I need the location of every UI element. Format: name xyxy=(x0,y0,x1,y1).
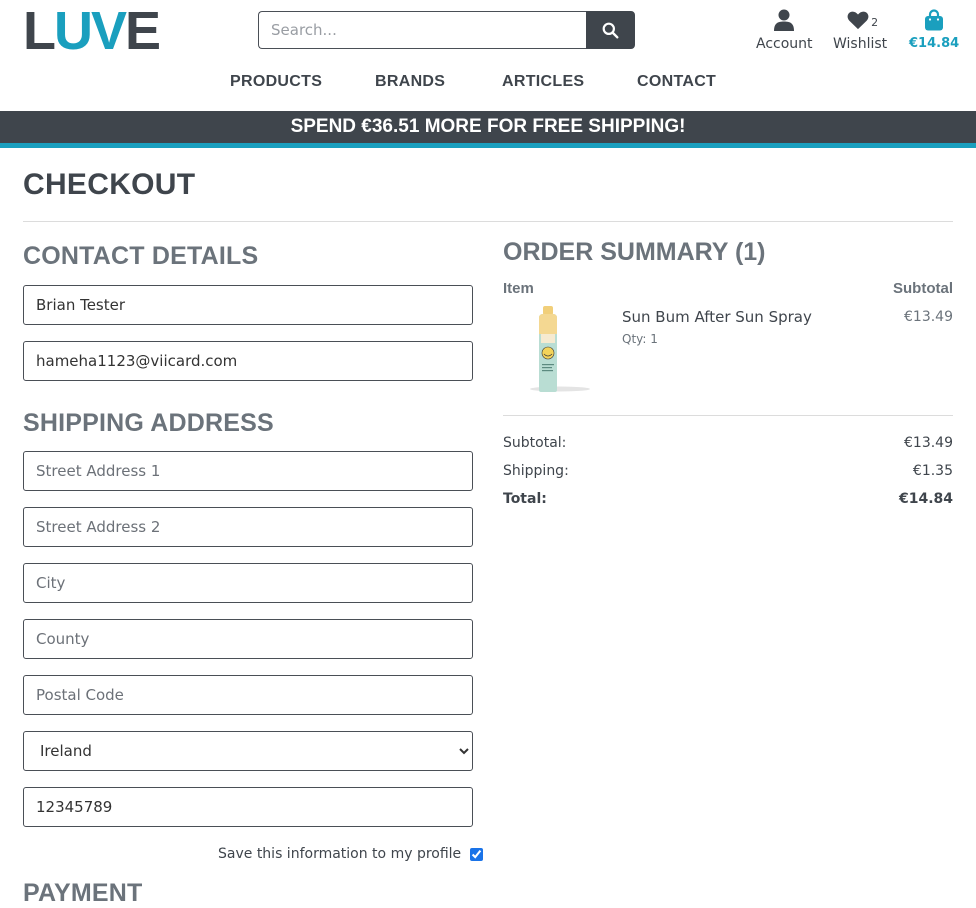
product-image[interactable] xyxy=(520,304,592,396)
postal-code-field[interactable] xyxy=(23,675,473,715)
phone-field[interactable] xyxy=(23,787,473,827)
subtotal-row: Subtotal: €13.49 xyxy=(503,435,953,451)
nav-contact[interactable]: CONTACT xyxy=(637,73,716,91)
shipping-label: Shipping: xyxy=(503,463,569,479)
total-value: €14.84 xyxy=(898,491,953,507)
heart-icon: 2 xyxy=(847,8,878,32)
nav-brands[interactable]: BRANDS xyxy=(375,73,445,91)
county-field[interactable] xyxy=(23,619,473,659)
product-price: €13.49 xyxy=(904,309,953,325)
street-address-2-field[interactable] xyxy=(23,507,473,547)
nav-articles[interactable]: ARTICLES xyxy=(502,73,584,91)
banner-accent-strip xyxy=(0,143,976,148)
city-field[interactable] xyxy=(23,563,473,603)
save-info-row[interactable]: Save this information to my profile xyxy=(218,846,484,862)
full-name-field[interactable] xyxy=(23,285,473,325)
account-label: Account xyxy=(756,36,813,52)
save-info-label: Save this information to my profile xyxy=(218,846,462,862)
wishlist-link[interactable]: 2 Wishlist xyxy=(833,8,887,52)
title-divider xyxy=(23,221,953,222)
payment-heading: PAYMENT xyxy=(23,879,143,907)
shopping-bag-icon xyxy=(924,8,944,32)
logo-letters-uv: UV xyxy=(54,1,127,61)
shipping-address-heading: SHIPPING ADDRESS xyxy=(23,409,274,437)
search-bar xyxy=(258,11,635,49)
wishlist-count: 2 xyxy=(871,16,879,29)
account-link[interactable]: Account xyxy=(756,8,813,52)
wishlist-label: Wishlist xyxy=(833,36,888,52)
save-info-checkbox[interactable] xyxy=(470,847,484,861)
order-divider xyxy=(503,415,953,416)
logo-letter-l: L xyxy=(23,1,56,61)
shipping-value: €1.35 xyxy=(912,463,953,479)
free-shipping-banner: SPEND €36.51 MORE FOR FREE SHIPPING! xyxy=(0,111,976,143)
item-column-header: Item xyxy=(503,280,534,297)
page-title: CHECKOUT xyxy=(23,168,196,201)
search-icon xyxy=(602,22,619,38)
product-name-link[interactable]: Sun Bum After Sun Spray xyxy=(622,308,812,326)
total-label: Total: xyxy=(503,491,547,507)
main-nav: PRODUCTS BRANDS ARTICLES CONTACT xyxy=(0,73,976,93)
cart-total: €14.84 xyxy=(909,36,960,51)
logo-letter-e: E xyxy=(125,1,161,61)
subtotal-column-header: Subtotal xyxy=(893,280,953,297)
subtotal-value: €13.49 xyxy=(904,435,953,451)
site-logo[interactable]: L UV E xyxy=(23,1,161,61)
nav-products[interactable]: PRODUCTS xyxy=(230,73,322,91)
subtotal-label: Subtotal: xyxy=(503,435,567,451)
country-select[interactable]: Ireland xyxy=(23,731,473,771)
email-field[interactable] xyxy=(23,341,473,381)
shipping-row: Shipping: €1.35 xyxy=(503,463,953,479)
street-address-1-field[interactable] xyxy=(23,451,473,491)
search-button[interactable] xyxy=(586,11,635,49)
user-icon xyxy=(774,8,795,32)
contact-details-heading: CONTACT DETAILS xyxy=(23,242,259,270)
cart-link[interactable]: €14.84 xyxy=(909,8,959,52)
order-summary-heading: ORDER SUMMARY (1) xyxy=(503,238,766,266)
product-quantity: Qty: 1 xyxy=(622,332,658,346)
total-row: Total: €14.84 xyxy=(503,491,953,507)
search-input[interactable] xyxy=(258,11,586,49)
